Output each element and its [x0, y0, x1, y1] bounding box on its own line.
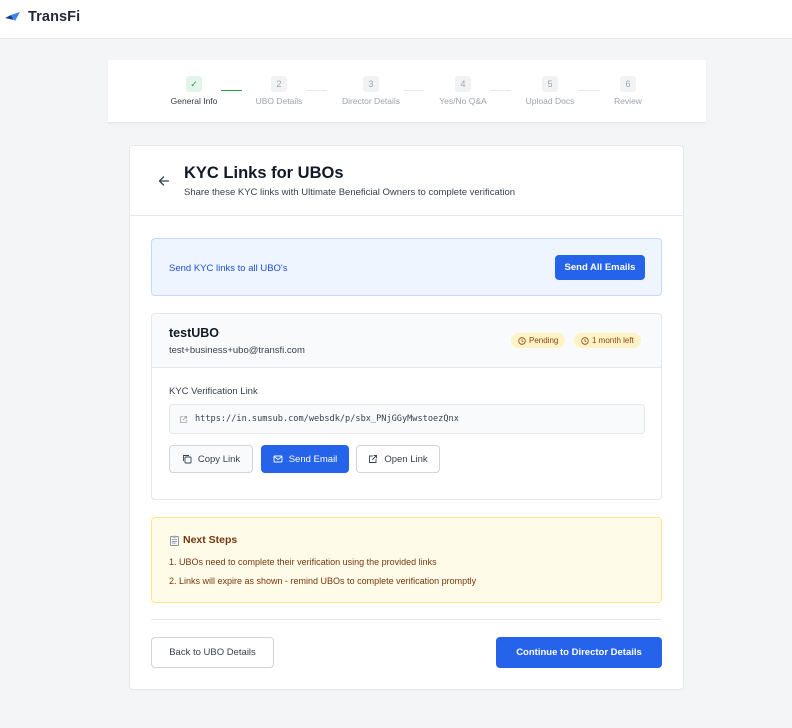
brand-name: TransFi [28, 9, 81, 25]
send-all-emails-button[interactable]: Send All Emails [555, 255, 645, 280]
ubo-card-header: testUBO test+business+ubo@transfi.com Pe… [152, 314, 661, 368]
open-link-label: Open Link [384, 453, 428, 465]
next-steps-title: Next Steps [169, 534, 237, 546]
footer-divider [151, 619, 662, 620]
step-label: Upload Docs [525, 96, 575, 106]
step-number: 5 [542, 76, 558, 92]
transfi-logo-icon [5, 12, 20, 21]
expiry-badge: 1 month left [574, 333, 641, 348]
send-email-button[interactable]: Send Email [261, 445, 349, 473]
step-number: 4 [455, 76, 471, 92]
card-header: KYC Links for UBOs Share these KYC links… [130, 146, 683, 216]
ubo-name: testUBO [169, 326, 220, 340]
send-email-label: Send Email [288, 453, 338, 465]
clock-icon [518, 336, 526, 345]
continue-to-director-details-button[interactable]: Continue to Director Details [496, 637, 662, 668]
progress-stepper: ✓ General Info 2 UBO Details 3 Director … [108, 60, 706, 123]
status-badge-label: Pending [529, 336, 559, 345]
step-check-icon: ✓ [186, 76, 202, 92]
mail-icon [273, 455, 283, 463]
clipboard-icon [170, 535, 179, 546]
step-general-info[interactable]: ✓ General Info [154, 76, 234, 106]
step-label: Yes/No Q&A [439, 96, 487, 106]
copy-link-button[interactable]: Copy Link [169, 445, 253, 473]
next-steps-box: Next Steps 1. UBOs need to complete thei… [151, 517, 662, 603]
external-link-icon [369, 455, 378, 463]
clock-icon [581, 336, 589, 345]
step-label: General Info [170, 96, 218, 106]
copy-link-label: Copy Link [197, 453, 241, 465]
next-step-item: 2. Links will expire as shown - remind U… [169, 576, 477, 586]
kyc-link-field[interactable]: https://in.sumsub.com/websdk/p/sbx_PNjGG… [169, 404, 645, 434]
arrow-left-icon[interactable] [158, 175, 170, 187]
step-director-details[interactable]: 3 Director Details [331, 76, 411, 106]
back-to-ubo-details-button[interactable]: Back to UBO Details [151, 637, 274, 668]
step-upload-docs[interactable]: 5 Upload Docs [510, 76, 590, 106]
step-number: 6 [620, 76, 636, 92]
step-ubo-details[interactable]: 2 UBO Details [239, 76, 319, 106]
step-review[interactable]: 6 Review [588, 76, 668, 106]
send-all-banner: Send KYC links to all UBO's Send All Ema… [151, 238, 662, 296]
page-title: KYC Links for UBOs [184, 164, 344, 182]
brand[interactable]: TransFi [5, 9, 80, 25]
send-all-text: Send KYC links to all UBO's [169, 263, 288, 274]
kyc-links-card: KYC Links for UBOs Share these KYC links… [129, 145, 684, 690]
step-number: 2 [271, 76, 287, 92]
step-label: Review [614, 96, 642, 106]
top-bar: TransFi [0, 0, 792, 39]
external-link-icon [179, 415, 188, 423]
kyc-link-url: https://in.sumsub.com/websdk/p/sbx_PNjGG… [195, 414, 459, 424]
page-subtitle: Share these KYC links with Ultimate Bene… [184, 187, 516, 198]
status-badge: Pending [511, 333, 566, 348]
expiry-badge-label: 1 month left [592, 336, 634, 345]
open-link-button[interactable]: Open Link [356, 445, 440, 473]
copy-icon [182, 455, 192, 464]
kyc-link-label: KYC Verification Link [169, 386, 258, 397]
step-number: 3 [363, 76, 379, 92]
ubo-card: testUBO test+business+ubo@transfi.com Pe… [151, 313, 662, 500]
next-step-item: 1. UBOs need to complete their verificat… [169, 557, 437, 567]
next-steps-title-text: Next Steps [183, 534, 238, 546]
step-label: UBO Details [255, 96, 303, 106]
step-label: Director Details [341, 96, 401, 106]
step-yes-no-qa[interactable]: 4 Yes/No Q&A [423, 76, 503, 106]
ubo-email: test+business+ubo@transfi.com [169, 345, 305, 356]
